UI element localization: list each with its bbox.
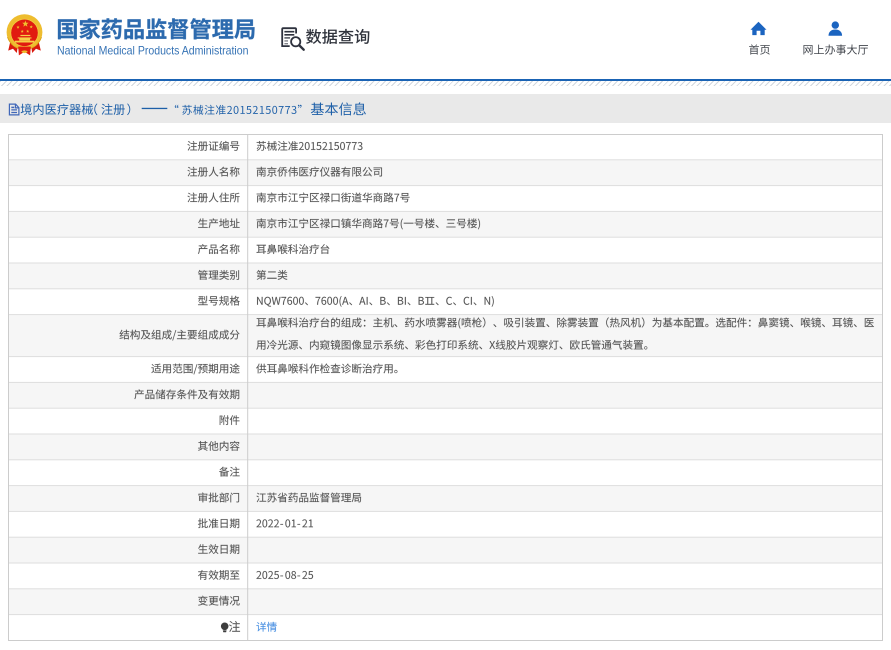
svg-text:National Medical Products Admi: National Medical Products Administration bbox=[57, 44, 249, 58]
